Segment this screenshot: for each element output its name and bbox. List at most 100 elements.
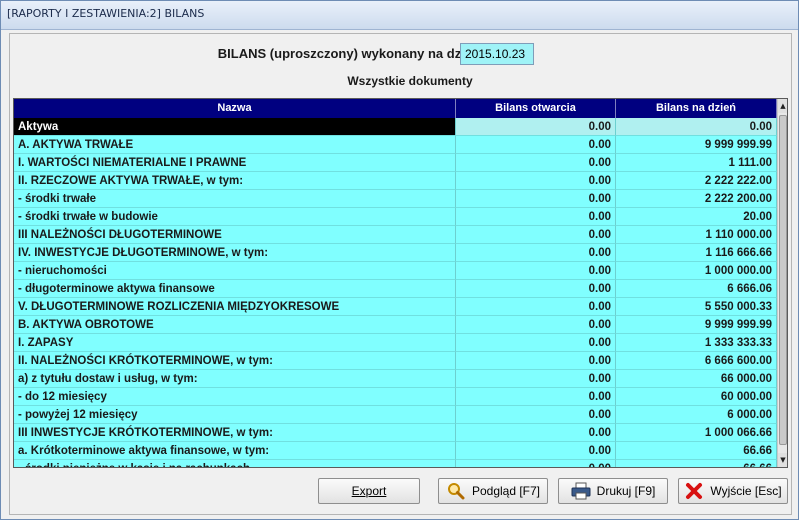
table-header: Nazwa Bilans otwarcia Bilans na dzień (14, 99, 777, 118)
cell-name: - środki pieniężne w kasie i na rachunka… (14, 460, 456, 467)
table-row[interactable]: - długoterminowe aktywa finansowe 0.00 6 6… (14, 280, 777, 298)
table-row[interactable]: V. DŁUGOTERMINOWE ROZLICZENIA MIĘDZYOKRE… (14, 298, 777, 316)
cell-balance-on-date: 6 000.00 (616, 406, 777, 424)
scroll-down-arrow-icon[interactable]: ▼ (778, 453, 787, 467)
cell-balance-on-date: 2 222 222.00 (616, 172, 777, 190)
cell-opening-balance: 0.00 (456, 262, 616, 280)
cell-balance-on-date: 2 222 200.00 (616, 190, 777, 208)
cell-balance-on-date: 1 110 000.00 (616, 226, 777, 244)
cell-opening-balance: 0.00 (456, 334, 616, 352)
magnifier-icon (446, 481, 466, 501)
cell-opening-balance: 0.00 (456, 226, 616, 244)
cell-balance-on-date: 66 000.00 (616, 370, 777, 388)
cell-name: A. AKTYWA TRWAŁE (14, 136, 456, 154)
table-row[interactable]: - nieruchomości 0.00 1 000 000.00 (14, 262, 777, 280)
cell-name: II. RZECZOWE AKTYWA TRWAŁE, w tym: (14, 172, 456, 190)
cell-opening-balance: 0.00 (456, 280, 616, 298)
cell-opening-balance: 0.00 (456, 136, 616, 154)
scroll-up-arrow-icon[interactable]: ▲ (778, 99, 787, 113)
cell-opening-balance: 0.00 (456, 154, 616, 172)
cell-name: a) z tytułu dostaw i usług, w tym: (14, 370, 456, 388)
cell-name: - środki trwałe (14, 190, 456, 208)
cell-balance-on-date: 9 999 999.99 (616, 136, 777, 154)
cell-opening-balance: 0.00 (456, 352, 616, 370)
table-row[interactable]: - powyżej 12 miesięcy 0.00 6 000.00 (14, 406, 777, 424)
table-row[interactable]: a) z tytułu dostaw i usług, w tym: 0.00 66… (14, 370, 777, 388)
cell-name: a. Krótkoterminowe aktywa finansowe, w t… (14, 442, 456, 460)
cell-balance-on-date: 1 000 000.00 (616, 262, 777, 280)
exit-button-label: Wyjście [Esc] (710, 484, 782, 498)
cell-balance-on-date: 66.66 (616, 460, 777, 467)
window-title: [RAPORTY I ZESTAWIENIA:2] BILANS (7, 7, 205, 20)
cell-name: B. AKTYWA OBROTOWE (14, 316, 456, 334)
cell-name: - powyżej 12 miesięcy (14, 406, 456, 424)
table-row[interactable]: Aktywa 0.00 0.00 (14, 118, 777, 136)
table-row[interactable]: III INWESTYCJE KRÓTKOTERMINOWE, w tym: 0.… (14, 424, 777, 442)
cell-name: I. ZAPASY (14, 334, 456, 352)
table-row[interactable]: - środki trwałe 0.00 2 222 200.00 (14, 190, 777, 208)
cell-opening-balance: 0.00 (456, 244, 616, 262)
export-button-label: Export (351, 484, 387, 498)
table-row[interactable]: - środki trwałe w budowie 0.00 20.00 (14, 208, 777, 226)
report-heading: BILANS (uproszczony) wykonany na dzień (217, 46, 480, 61)
table-body: Aktywa 0.00 0.00 A. AKTYWA TRWAŁE 0.00 9 999 … (14, 118, 777, 467)
cell-balance-on-date: 5 550 000.33 (616, 298, 777, 316)
cell-name: - nieruchomości (14, 262, 456, 280)
title-bar[interactable]: [RAPORTY I ZESTAWIENIA:2] BILANS (1, 1, 798, 30)
vertical-scrollbar[interactable]: ▲ ▼ (777, 99, 787, 467)
table-row[interactable]: - do 12 miesięcy 0.00 60 000.00 (14, 388, 777, 406)
cell-balance-on-date: 0.00 (616, 118, 777, 136)
cell-name: IV. INWESTYCJE DŁUGOTERMINOWE, w tym: (14, 244, 456, 262)
balance-table[interactable]: Nazwa Bilans otwarcia Bilans na dzień Ak… (13, 98, 788, 468)
table-row[interactable]: I. WARTOŚCI NIEMATERIALNE I PRAWNE 0.00 1 … (14, 154, 777, 172)
column-header-balance-on-date[interactable]: Bilans na dzień (616, 99, 777, 118)
table-row[interactable]: III NALEŻNOŚCI DŁUGOTERMINOWE 0.00 1 110 0… (14, 226, 777, 244)
column-header-name[interactable]: Nazwa (14, 99, 456, 118)
table-row[interactable]: II. RZECZOWE AKTYWA TRWAŁE, w tym: 0.00 2 … (14, 172, 777, 190)
cell-name: - długoterminowe aktywa finansowe (14, 280, 456, 298)
cell-name: - do 12 miesięcy (14, 388, 456, 406)
cell-opening-balance: 0.00 (456, 190, 616, 208)
cell-balance-on-date: 1 111.00 (616, 154, 777, 172)
cell-name: III NALEŻNOŚCI DŁUGOTERMINOWE (14, 226, 456, 244)
cell-opening-balance: 0.00 (456, 208, 616, 226)
cell-balance-on-date: 9 999 999.99 (616, 316, 777, 334)
exit-button[interactable]: Wyjście [Esc] (678, 478, 788, 504)
report-window: [RAPORTY I ZESTAWIENIA:2] BILANS BILANS … (0, 0, 799, 520)
cell-opening-balance: 0.00 (456, 370, 616, 388)
table-row[interactable]: B. AKTYWA OBROTOWE 0.00 9 999 999.99 (14, 316, 777, 334)
cell-opening-balance: 0.00 (456, 118, 616, 136)
print-button-label: Drukuj [F9] (596, 484, 656, 498)
cell-opening-balance: 0.00 (456, 316, 616, 334)
printer-icon (571, 481, 591, 501)
cell-name: V. DŁUGOTERMINOWE ROZLICZENIA MIĘDZYOKRE… (14, 298, 456, 316)
cell-opening-balance: 0.00 (456, 298, 616, 316)
cell-balance-on-date: 66.66 (616, 442, 777, 460)
cell-opening-balance: 0.00 (456, 442, 616, 460)
cell-balance-on-date: 20.00 (616, 208, 777, 226)
cell-name: - środki trwałe w budowie (14, 208, 456, 226)
table-row[interactable]: a. Krótkoterminowe aktywa finansowe, w t… (14, 442, 777, 460)
close-icon (684, 481, 704, 501)
print-button[interactable]: Drukuj [F9] (558, 478, 668, 504)
cell-name: I. WARTOŚCI NIEMATERIALNE I PRAWNE (14, 154, 456, 172)
cell-balance-on-date: 6 666.06 (616, 280, 777, 298)
table-row[interactable]: IV. INWESTYCJE DŁUGOTERMINOWE, w tym: 0.0… (14, 244, 777, 262)
cell-opening-balance: 0.00 (456, 460, 616, 467)
table-row[interactable]: A. AKTYWA TRWAŁE 0.00 9 999 999.99 (14, 136, 777, 154)
report-subheading: Wszystkie dokumenty (347, 74, 473, 88)
cell-balance-on-date: 1 333 333.33 (616, 334, 777, 352)
table-row[interactable]: I. ZAPASY 0.00 1 333 333.33 (14, 334, 777, 352)
button-bar: Export Podgląd [F7] Drukuj [F9] Wyjście … (10, 474, 791, 510)
cell-balance-on-date: 1 000 066.66 (616, 424, 777, 442)
scrollbar-thumb[interactable] (779, 115, 787, 445)
export-button[interactable]: Export (318, 478, 420, 504)
cell-balance-on-date: 6 666 600.00 (616, 352, 777, 370)
report-date-field[interactable]: 2015.10.23 (460, 43, 534, 65)
preview-button[interactable]: Podgląd [F7] (438, 478, 548, 504)
cell-opening-balance: 0.00 (456, 388, 616, 406)
table-row[interactable]: II. NALEŻNOŚCI KRÓTKOTERMINOWE, w tym: 0.… (14, 352, 777, 370)
cell-balance-on-date: 60 000.00 (616, 388, 777, 406)
column-header-opening-balance[interactable]: Bilans otwarcia (456, 99, 616, 118)
table-row[interactable]: - środki pieniężne w kasie i na rachunka… (14, 460, 777, 467)
